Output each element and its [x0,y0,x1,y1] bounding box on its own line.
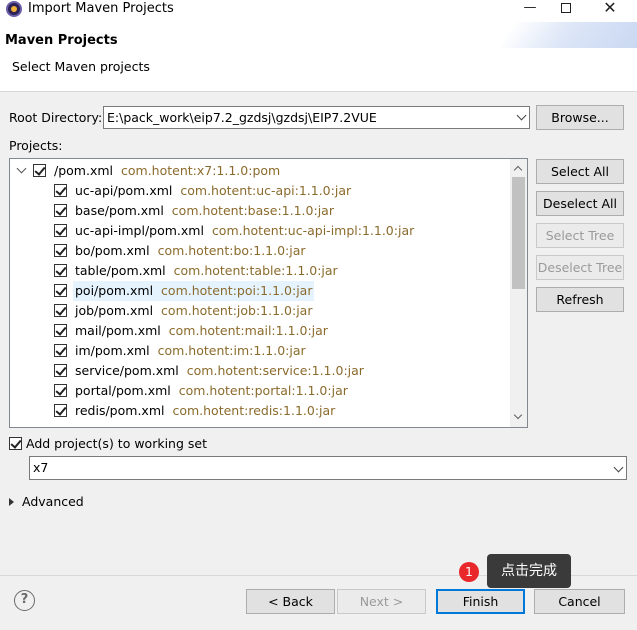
module-name: uc-api-impl/pom.xml [75,223,204,238]
annotation-step-badge: 1 [459,562,479,582]
module-name: redis/pom.xml [75,403,165,418]
module-checkbox[interactable] [54,284,67,297]
module-coordinates: com.hotent:service:1.1.0:jar [186,363,364,378]
back-button[interactable]: < Back [246,589,335,614]
window-titlebar: Import Maven Projects — ✕ [0,0,637,20]
chevron-right-icon [9,498,14,506]
working-set-combo[interactable]: x7 [29,456,627,480]
wizard-page-title: Maven Projects [5,33,118,48]
module-coordinates: com.hotent:mail:1.1.0:jar [168,323,328,338]
tree-row-root[interactable]: /pom.xml com.hotent:x7:1.1.0:pom [10,161,280,181]
module-coordinates: com.hotent:uc-api:1.1.0:jar [180,183,352,198]
checkbox-root[interactable] [33,164,46,177]
annotation-callout: 点击完成 [487,554,571,588]
finish-button[interactable]: Finish [436,589,525,614]
close-button[interactable]: ✕ [592,0,628,18]
select-all-button[interactable]: Select All [536,159,624,184]
module-checkbox[interactable] [54,304,67,317]
tree-row-module[interactable]: uc-api/pom.xml com.hotent:uc-api:1.1.0:ja… [54,181,351,201]
module-coordinates: com.hotent:uc-api-impl:1.1.0:jar [211,223,415,238]
root-directory-combo[interactable]: E:\pack_work\eip7.2_gzdsj\gzdsj\EIP7.2VU… [103,106,530,129]
tree-row-module[interactable]: job/pom.xml com.hotent:job:1.1.0:jar [54,301,312,321]
tree-row-module[interactable]: redis/pom.xml com.hotent:redis:1.1.0:jar [54,401,335,421]
maximize-button[interactable] [548,0,584,18]
module-name: poi/pom.xml [73,281,156,301]
advanced-section-toggle[interactable]: Advanced [9,494,84,509]
tree-row-module[interactable]: portal/pom.xml com.hotent:portal:1.1.0:ja… [54,381,348,401]
module-checkbox[interactable] [54,184,67,197]
chevron-down-icon[interactable] [516,110,527,121]
tree-row-module[interactable]: table/pom.xml com.hotent:table:1.1.0:jar [54,261,338,281]
module-coordinates: com.hotent:im:1.1.0:jar [157,343,306,358]
expand-toggle-icon[interactable] [16,163,27,174]
eclipse-icon [6,1,22,17]
next-button[interactable]: Next > [337,589,426,614]
deselect-all-button[interactable]: Deselect All [536,191,624,216]
tree-row-module[interactable]: service/pom.xml com.hotent:service:1.1.0:… [54,361,364,381]
module-coordinates: com.hotent:base:1.1.0:jar [171,203,334,218]
tree-row-module[interactable]: base/pom.xml com.hotent:base:1.1.0:jar [54,201,334,221]
select-tree-button[interactable]: Select Tree [536,223,624,248]
module-name: uc-api/pom.xml [75,183,173,198]
module-checkbox[interactable] [54,264,67,277]
chevron-down-icon[interactable] [613,462,624,473]
scrollbar-thumb[interactable] [512,177,525,289]
header-banner-decoration [499,22,637,48]
browse-button[interactable]: Browse... [536,105,624,130]
wizard-page-description: Select Maven projects [12,59,150,74]
root-directory-value: E:\pack_work\eip7.2_gzdsj\gzdsj\EIP7.2VU… [107,110,377,125]
maximize-icon [561,3,571,13]
module-coordinates: com.hotent:table:1.1.0:jar [173,263,338,278]
minimize-button[interactable]: — [512,0,548,18]
tree-row-module[interactable]: poi/pom.xml com.hotent:poi:1.1.0:jar [54,281,315,301]
vertical-scrollbar[interactable] [510,159,527,427]
scroll-up-icon[interactable] [513,165,523,175]
module-checkbox[interactable] [54,224,67,237]
working-set-label: Add project(s) to working set [26,436,207,451]
cancel-button[interactable]: Cancel [534,589,625,614]
help-icon[interactable]: ? [14,590,35,611]
tree-row-module[interactable]: mail/pom.xml com.hotent:mail:1.1.0:jar [54,321,328,341]
module-coordinates: com.hotent:job:1.1.0:jar [161,303,313,318]
working-set-checkbox[interactable] [9,437,22,450]
projects-label: Projects: [9,138,63,153]
tree-row-module[interactable]: bo/pom.xml com.hotent:bo:1.1.0:jar [54,241,306,261]
module-name: mail/pom.xml [75,323,161,338]
project-name: /pom.xml [54,163,113,178]
module-coordinates: com.hotent:redis:1.1.0:jar [172,403,336,418]
module-name: job/pom.xml [75,303,154,318]
module-coordinates: com.hotent:bo:1.1.0:jar [157,243,306,258]
module-checkbox[interactable] [54,384,67,397]
scroll-down-icon[interactable] [513,410,523,420]
window-title: Import Maven Projects [28,1,174,16]
project-coordinates: com.hotent:x7:1.1.0:pom [121,163,281,178]
module-checkbox[interactable] [54,364,67,377]
module-checkbox[interactable] [54,404,67,417]
module-checkbox[interactable] [54,204,67,217]
module-coordinates: com.hotent:poi:1.1.0:jar [155,281,315,301]
tree-row-module[interactable]: uc-api-impl/pom.xml com.hotent:uc-api-imp… [54,221,414,241]
advanced-label: Advanced [22,494,84,509]
module-coordinates: com.hotent:portal:1.1.0:jar [178,383,348,398]
working-set-value: x7 [33,460,49,475]
refresh-button[interactable]: Refresh [536,287,624,312]
module-name: bo/pom.xml [75,243,150,258]
module-name: table/pom.xml [75,263,166,278]
root-directory-label: Root Directory: [9,110,103,125]
module-checkbox[interactable] [54,324,67,337]
module-checkbox[interactable] [54,244,67,257]
module-checkbox[interactable] [54,344,67,357]
deselect-tree-button[interactable]: Deselect Tree [536,255,624,280]
module-name: service/pom.xml [75,363,179,378]
tree-row-module[interactable]: im/pom.xml com.hotent:im:1.1.0:jar [54,341,306,361]
working-set-option[interactable]: Add project(s) to working set [9,436,207,451]
module-name: portal/pom.xml [75,383,171,398]
module-name: base/pom.xml [75,203,164,218]
projects-tree[interactable]: /pom.xml com.hotent:x7:1.1.0:pom uc-api/p… [9,158,528,428]
module-name: im/pom.xml [75,343,150,358]
wizard-header: Maven Projects Select Maven projects [0,20,637,92]
